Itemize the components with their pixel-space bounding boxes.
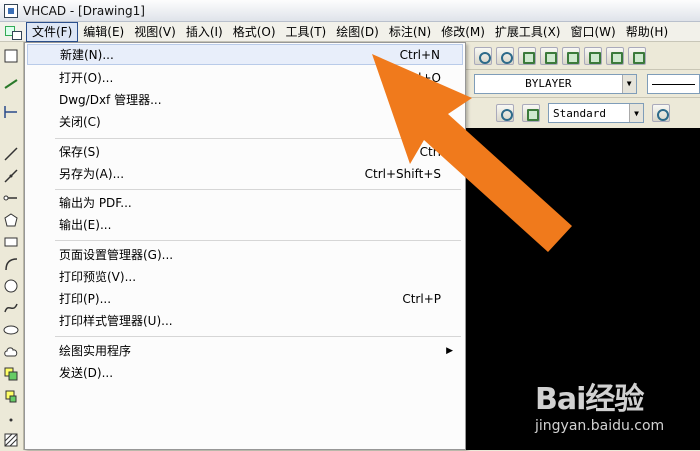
spline-icon[interactable] xyxy=(3,300,19,316)
polygon-icon[interactable] xyxy=(3,212,19,228)
menu-tools[interactable]: 工具(T) xyxy=(281,23,332,41)
menu-item-label: 保存(S) xyxy=(59,145,100,159)
menu-draw[interactable]: 绘图(D) xyxy=(331,23,384,41)
window-title: VHCAD - [Drawing1] xyxy=(23,3,145,18)
submenu-arrow-icon: ▶ xyxy=(446,345,453,356)
menu-bar: 文件(F) 编辑(E) 视图(V) 插入(I) 格式(O) 工具(T) 绘图(D… xyxy=(0,21,700,42)
circle-icon[interactable] xyxy=(3,278,19,294)
block-icon[interactable] xyxy=(606,46,624,65)
menu-item-drawing-utilities[interactable]: 绘图实用程序 ▶ xyxy=(27,340,463,361)
menu-item-label: 打印(P)... xyxy=(59,292,112,306)
watermark: Bai经验 jingyan.baidu.com xyxy=(535,374,695,440)
chevron-down-icon[interactable]: ▼ xyxy=(621,74,636,93)
menu-item-label: 发送(D)... xyxy=(59,366,114,380)
menu-file[interactable]: 文件(F) xyxy=(26,21,79,42)
menu-item-label: 打开(O)... xyxy=(59,71,114,85)
menu-separator xyxy=(55,336,461,337)
menu-modify[interactable]: 修改(M) xyxy=(436,23,490,41)
watermark-url: jingyan.baidu.com xyxy=(535,418,665,434)
shortcut-label: Ctrl+P xyxy=(402,291,441,306)
arc-icon[interactable] xyxy=(3,256,19,272)
rectangle-icon[interactable] xyxy=(3,234,19,250)
app-icon xyxy=(4,3,18,18)
watermark-logo: Bai经验 xyxy=(535,382,644,417)
make-block-icon[interactable] xyxy=(3,388,19,404)
revision-cloud-icon[interactable] xyxy=(3,344,19,360)
menu-dimension[interactable]: 标注(N) xyxy=(384,23,436,41)
menu-insert[interactable]: 插入(I) xyxy=(181,23,228,41)
construction-line-icon[interactable] xyxy=(3,168,19,184)
linetype-combo[interactable] xyxy=(646,73,700,94)
menu-format[interactable]: 格式(O) xyxy=(228,23,281,41)
menu-item-label: 新建(N)... xyxy=(60,48,114,62)
menu-item-label: 关闭(C) xyxy=(59,115,101,129)
menu-view[interactable]: 视图(V) xyxy=(129,23,181,41)
chevron-down-icon[interactable]: ▼ xyxy=(629,104,643,122)
menu-item-plot-style-manager[interactable]: 打印样式管理器(U)... xyxy=(27,310,463,331)
hatch-icon[interactable] xyxy=(3,432,19,448)
menu-item-label: 输出(E)... xyxy=(59,218,112,232)
document-icon[interactable] xyxy=(4,24,22,40)
menu-item-label: 打印预览(V)... xyxy=(59,270,137,284)
menu-item-label: 页面设置管理器(G)... xyxy=(59,248,174,262)
polyline-icon[interactable] xyxy=(3,190,19,206)
menu-edit[interactable]: 编辑(E) xyxy=(78,23,129,41)
point-icon[interactable] xyxy=(3,412,19,428)
menu-help[interactable]: 帮助(H) xyxy=(621,23,673,41)
grid-icon[interactable] xyxy=(628,46,646,65)
menu-item-send[interactable]: 发送(D)... xyxy=(27,362,463,383)
title-bar: VHCAD - [Drawing1] xyxy=(0,0,700,22)
line-icon[interactable] xyxy=(3,146,19,162)
ellipse-icon[interactable] xyxy=(3,322,19,338)
menu-item-label: 输出为 PDF... xyxy=(59,196,132,210)
menu-item-print[interactable]: 打印(P)... Ctrl+P xyxy=(27,288,463,309)
menu-window[interactable]: 窗口(W) xyxy=(566,23,621,41)
dimension-icon[interactable] xyxy=(3,104,19,120)
annotation-arrow-icon xyxy=(372,54,572,252)
layer-icon[interactable] xyxy=(3,76,19,92)
draw-toolbar xyxy=(0,42,24,450)
menu-item-label: 绘图实用程序 xyxy=(59,344,132,358)
menu-item-label: Dwg/Dxf 管理器... xyxy=(59,93,162,107)
menu-extend-tools[interactable]: 扩展工具(X) xyxy=(490,23,566,41)
menu-item-print-preview[interactable]: 打印预览(V)... xyxy=(27,266,463,287)
pencil-icon[interactable] xyxy=(652,104,670,122)
menu-item-label: 另存为(A)... xyxy=(59,167,125,181)
toolbar-grip-icon[interactable] xyxy=(3,48,19,64)
menu-item-label: 打印样式管理器(U)... xyxy=(59,314,173,328)
insert-block-icon[interactable] xyxy=(3,366,19,382)
